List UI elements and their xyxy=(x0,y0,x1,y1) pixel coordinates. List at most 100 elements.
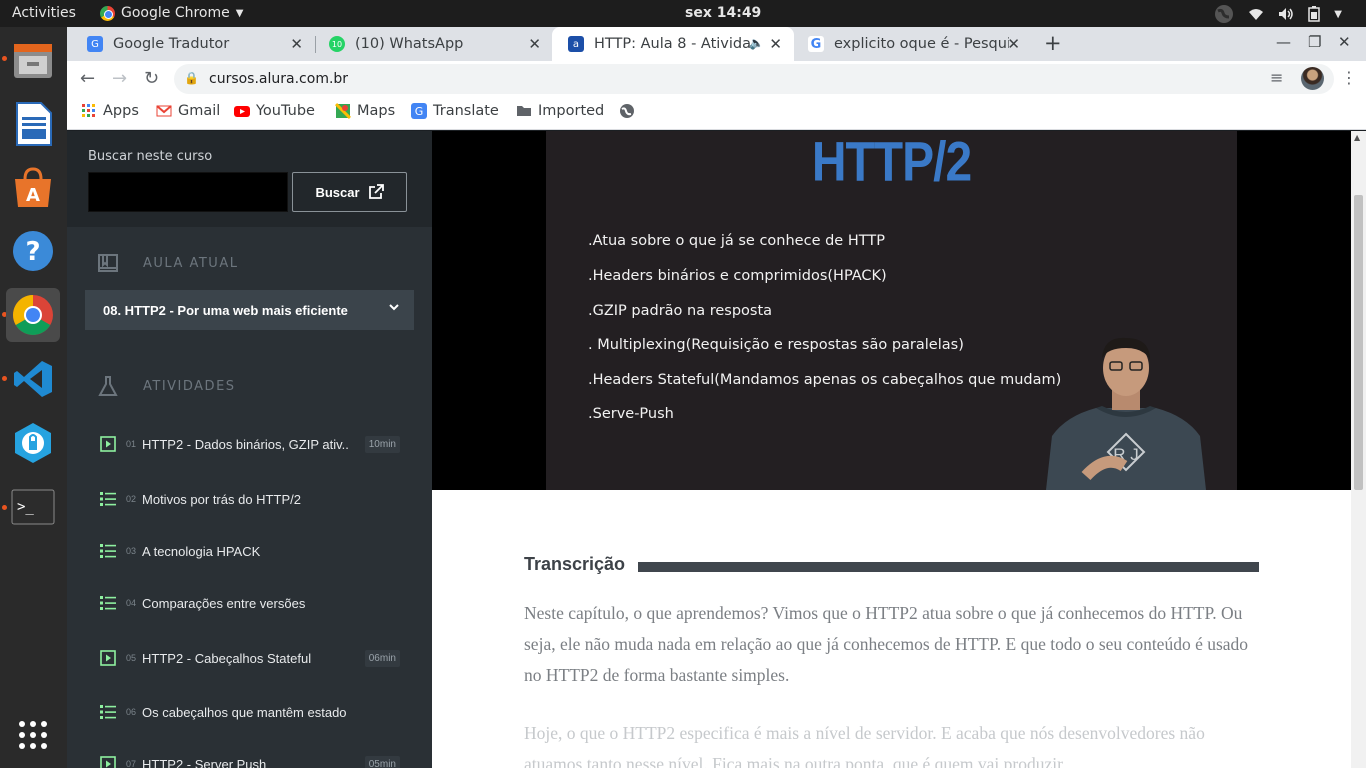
section-label: ATIVIDADES xyxy=(143,378,236,394)
vpn-app-icon[interactable] xyxy=(6,416,60,470)
scroll-up-arrow[interactable]: ▲ xyxy=(1354,133,1360,142)
activity-item[interactable]: 05 HTTP2 - Cabeçalhos Stateful 06min xyxy=(100,643,410,673)
page-scrollbar[interactable]: ▲ xyxy=(1351,131,1366,768)
activity-name: HTTP2 - Dados binários, GZIP ativ... xyxy=(142,436,350,452)
bookmark-gmail[interactable]: Gmail xyxy=(156,103,220,119)
show-apps-icon[interactable] xyxy=(6,708,60,762)
video-play-icon xyxy=(100,650,116,666)
vscode-app-icon[interactable] xyxy=(6,352,60,406)
scrollbar-thumb[interactable] xyxy=(1354,195,1363,490)
url-text[interactable]: cursos.alura.com.br xyxy=(209,71,348,87)
whatsapp-icon: 10 xyxy=(329,36,345,52)
bookmark-label: Translate xyxy=(433,103,499,119)
bookmark-globe[interactable] xyxy=(619,103,635,119)
lock-icon[interactable]: 🔒 xyxy=(184,71,199,85)
close-icon[interactable]: ✕ xyxy=(290,35,303,53)
transcript-heading: Transcrição xyxy=(524,554,626,574)
activity-number: 01 xyxy=(126,439,137,449)
maps-icon xyxy=(335,103,351,119)
media-control-icon[interactable]: ≡ xyxy=(1270,68,1283,87)
browser-toolbar: ← → ↻ 🔒 cursos.alura.com.br ☆ ≡ ⋮ xyxy=(67,61,1366,97)
battery-icon xyxy=(1308,6,1321,22)
help-icon[interactable]: ? xyxy=(6,224,60,278)
search-button[interactable]: Buscar xyxy=(292,172,407,212)
reload-button[interactable]: ↻ xyxy=(144,68,159,89)
search-button-label: Buscar xyxy=(315,184,360,200)
activity-number: 07 xyxy=(126,759,137,768)
activity-number: 05 xyxy=(126,653,137,663)
bookmark-label: Apps xyxy=(103,103,139,119)
current-lesson-header: AULA ATUAL xyxy=(97,253,238,273)
chevron-down-icon: ▼ xyxy=(1334,8,1342,20)
activity-item[interactable]: 02 Motivos por trás do HTTP/2 xyxy=(100,484,410,514)
audio-playing-icon[interactable]: 🔈 xyxy=(749,36,764,50)
external-link-icon xyxy=(368,184,384,199)
app-menu-label: Google Chrome xyxy=(121,5,230,21)
chrome-app-icon[interactable] xyxy=(6,288,60,342)
tab-whatsapp[interactable]: 10 (10) WhatsApp ✕ xyxy=(313,27,553,61)
current-lesson-select[interactable]: 08. HTTP2 - Por uma web mais eficiente xyxy=(85,290,414,330)
bookmark-label: YouTube xyxy=(256,103,315,119)
video-play-icon xyxy=(100,436,116,452)
address-bar[interactable]: 🔒 cursos.alura.com.br ☆ xyxy=(174,64,1334,94)
presenter-image: R J xyxy=(1046,337,1206,490)
slide-bullet: .Headers binários e comprimidos(HPACK) xyxy=(588,268,887,284)
system-tray[interactable]: ▼ xyxy=(1214,4,1342,24)
activity-duration: 05min xyxy=(364,755,400,768)
bookmark-apps[interactable]: Apps xyxy=(81,103,139,119)
bookmark-imported[interactable]: Imported xyxy=(516,103,604,119)
files-app-icon[interactable] xyxy=(6,33,60,87)
course-search-input[interactable] xyxy=(88,172,288,212)
wifi-icon xyxy=(1249,9,1264,20)
video-player[interactable]: HTTP/2 .Atua sobre o que já se conhece d… xyxy=(432,131,1351,490)
menu-icon[interactable]: ⋮ xyxy=(1341,68,1357,87)
list-icon xyxy=(100,596,116,610)
tab-alura-http[interactable]: a HTTP: Aula 8 - Atividade 🔈 ✕ xyxy=(552,27,794,61)
new-tab-button[interactable]: + xyxy=(1044,31,1062,55)
software-center-icon[interactable]: A xyxy=(6,160,60,214)
list-icon xyxy=(100,492,116,506)
course-search: Buscar neste curso Buscar xyxy=(67,131,432,227)
close-window-button[interactable]: ✕ xyxy=(1338,33,1351,51)
terminal-app-icon[interactable]: >_ xyxy=(6,480,60,534)
bookmark-youtube[interactable]: YouTube xyxy=(234,103,315,119)
alura-icon: a xyxy=(568,36,584,52)
activity-item[interactable]: 03 A tecnologia HPACK xyxy=(100,536,410,566)
bookmark-translate[interactable]: G Translate xyxy=(411,103,499,119)
back-button[interactable]: ← xyxy=(80,68,95,89)
tab-title: Google Tradutor xyxy=(113,36,230,52)
folder-icon xyxy=(517,106,531,116)
minimize-button[interactable]: — xyxy=(1276,33,1291,51)
maximize-button[interactable]: ❐ xyxy=(1308,33,1321,51)
activity-item[interactable]: 07 HTTP2 - Server Push 05min xyxy=(100,749,410,768)
activity-item[interactable]: 04 Comparações entre versões xyxy=(100,588,410,618)
bookmark-label: Imported xyxy=(538,103,605,119)
apps-grid-icon xyxy=(82,104,95,117)
profile-avatar[interactable] xyxy=(1301,67,1324,90)
close-icon[interactable]: ✕ xyxy=(1007,35,1020,53)
activities-button[interactable]: Activities xyxy=(12,5,76,21)
gmail-icon xyxy=(156,105,172,117)
forward-button[interactable]: → xyxy=(112,68,127,89)
activities-header: ATIVIDADES xyxy=(97,375,236,397)
activity-item[interactable]: 01 HTTP2 - Dados binários, GZIP ativ... 10… xyxy=(100,429,410,459)
activity-item[interactable]: 06 Os cabeçalhos que mantêm estado xyxy=(100,697,410,727)
activity-number: 04 xyxy=(126,598,137,608)
transcript-divider xyxy=(638,562,1259,572)
slide-bullet: .Atua sobre o que já se conhece de HTTP xyxy=(588,233,885,249)
tab-title: (10) WhatsApp xyxy=(355,36,464,52)
close-icon[interactable]: ✕ xyxy=(528,35,541,53)
slide-title: HTTP/2 xyxy=(811,132,972,194)
youtube-icon xyxy=(234,106,250,117)
tab-google-search[interactable]: G explicito oque é - Pesquisa ✕ xyxy=(792,27,1032,61)
current-lesson-label: 08. HTTP2 - Por uma web mais eficiente xyxy=(103,302,348,318)
activity-number: 03 xyxy=(126,546,137,556)
close-icon[interactable]: ✕ xyxy=(769,35,782,53)
activity-duration: 06min xyxy=(364,649,400,667)
clock[interactable]: sex 14:49 xyxy=(685,5,761,21)
bookmark-maps[interactable]: Maps xyxy=(335,103,395,119)
writer-app-icon[interactable] xyxy=(6,97,60,151)
app-menu[interactable]: Google Chrome ▼ xyxy=(100,5,243,21)
tab-google-tradutor[interactable]: G Google Tradutor ✕ xyxy=(71,27,315,61)
volume-icon xyxy=(1279,8,1294,20)
